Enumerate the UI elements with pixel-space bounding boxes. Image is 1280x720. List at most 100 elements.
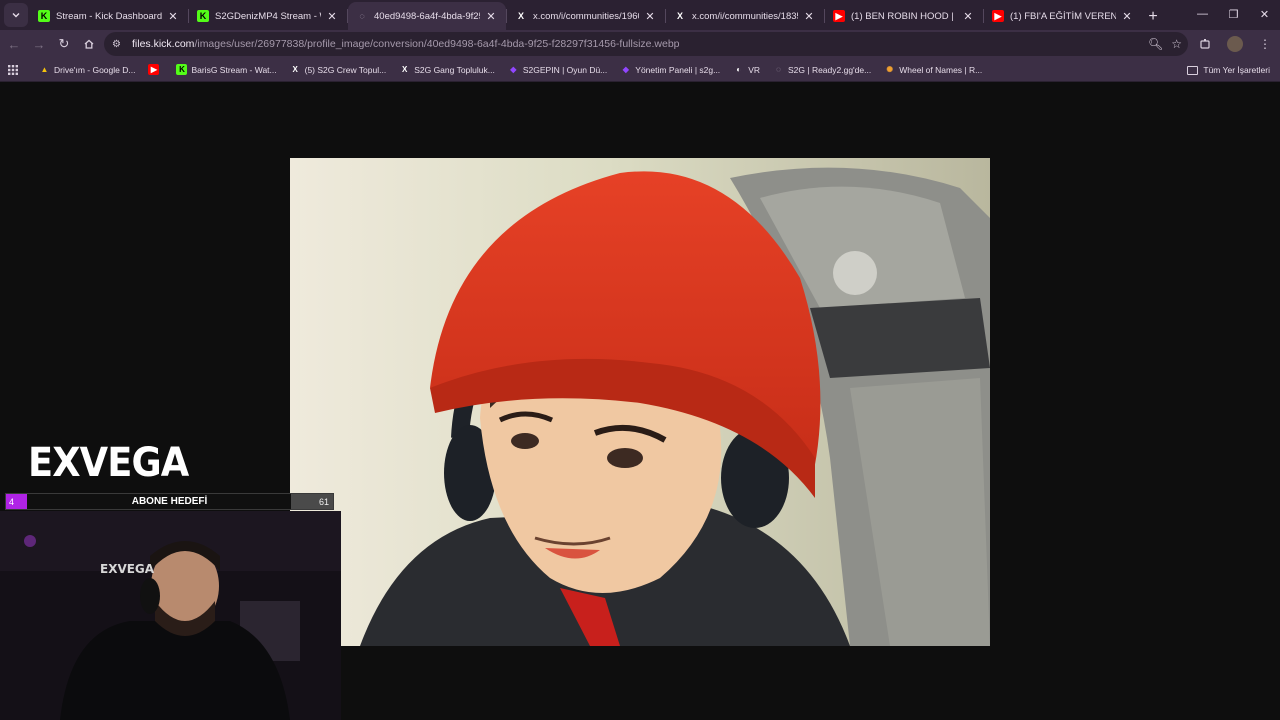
subscriber-goal-label: ABONE HEDEFİ <box>131 496 208 507</box>
bookmark-item[interactable]: ◌ S2G | Ready2.gg'de... <box>773 64 871 75</box>
tab-close-icon[interactable]: ✕ <box>1120 10 1134 23</box>
tab-4[interactable]: Xx.com/i/communities/196038 ✕ <box>507 2 665 30</box>
puzzle-icon <box>1200 39 1210 49</box>
minimize-icon: — <box>1197 8 1208 20</box>
tab-title: x.com/i/communities/1835319 <box>692 10 798 22</box>
bookmark-label: S2G Gang Topluluk... <box>414 64 495 75</box>
tab-title: 40ed9498-6a4f-4bda-9f25-f28 <box>374 10 480 22</box>
bookmark-item[interactable]: K BarisG Stream - Wat... <box>176 64 277 75</box>
bookmark-item[interactable]: ◆ Yönetim Paneli | s2g... <box>620 64 720 75</box>
bookmark-label: BarisG Stream - Wat... <box>191 64 277 75</box>
globe-icon: ◌ <box>359 11 365 21</box>
bookmark-item[interactable]: ◆ S2GEPIN | Oyun Dü... <box>508 64 607 75</box>
menu-button[interactable]: ⋮ <box>1250 37 1280 51</box>
browser-toolbar: ← → ↻ ⚙ files.kick.com/images/user/26977… <box>0 30 1280 58</box>
tab-close-icon[interactable]: ✕ <box>484 10 498 23</box>
apps-grid-icon <box>8 64 18 75</box>
reload-button[interactable]: ↻ <box>52 32 76 56</box>
bookmark-item[interactable]: X S2G Gang Topluluk... <box>399 64 495 75</box>
tab-close-icon[interactable]: ✕ <box>325 10 339 23</box>
all-bookmarks-label: Tüm Yer İşaretleri <box>1203 65 1270 75</box>
tab-close-icon[interactable]: ✕ <box>961 10 975 23</box>
bookmark-star-icon[interactable]: ☆ <box>1171 37 1182 51</box>
url-host: files.kick.com <box>132 38 195 50</box>
bookmark-item[interactable]: ◐ VR <box>733 64 760 75</box>
tab-close-icon[interactable]: ✕ <box>643 10 657 23</box>
address-bar[interactable]: ⚙ files.kick.com/images/user/26977838/pr… <box>104 32 1188 56</box>
window-controls: — ❐ ✕ <box>1187 0 1280 30</box>
subscriber-goal-bar: 4 ABONE HEDEFİ 61 <box>5 493 334 510</box>
wheel-icon: ✺ <box>886 65 894 74</box>
toolbar-right: ⋮ <box>1190 30 1280 58</box>
new-tab-button[interactable]: + <box>1142 4 1164 30</box>
bookmark-label: Yönetim Paneli | s2g... <box>635 64 721 75</box>
minimize-button[interactable]: — <box>1187 0 1218 28</box>
tab-close-icon[interactable]: ✕ <box>802 10 816 23</box>
home-button[interactable] <box>77 32 101 56</box>
tab-5[interactable]: Xx.com/i/communities/1835319 ✕ <box>666 2 824 30</box>
apps-button[interactable] <box>0 64 26 75</box>
kick-icon: K <box>197 10 209 22</box>
tab-7[interactable]: ▶ (1) FBI'A EĞİTİM VEREN SERİ K ✕ <box>984 2 1142 30</box>
profile-avatar[interactable] <box>1227 36 1243 52</box>
close-icon: ✕ <box>1259 8 1270 21</box>
bookmark-label: S2G | Ready2.gg'de... <box>788 64 872 75</box>
bookmarks-bar: ▲ Drive'ım - Google D... ▶ K BarisG Stream -… <box>0 58 1280 82</box>
vr-icon: ◐ <box>736 65 742 74</box>
cartoon-portrait-image <box>290 158 990 646</box>
tab-title: (1) BEN ROBIN HOOD | Madam <box>851 10 957 22</box>
twitch-icon: ◆ <box>622 65 629 74</box>
url-path: /images/user/26977838/profile_image/conv… <box>194 38 680 50</box>
tab-3[interactable]: ◌ 40ed9498-6a4f-4bda-9f25-f28 ✕ <box>348 2 506 30</box>
bookmark-item[interactable]: ✺ Wheel of Names | R... <box>884 64 982 75</box>
bookmark-label: (5) S2G Crew Topul... <box>304 64 387 75</box>
home-icon <box>84 39 94 49</box>
webcam-feed: EXVEGA <box>0 511 341 720</box>
site-info-icon[interactable]: ⚙ <box>112 39 126 50</box>
close-window-button[interactable]: ✕ <box>1249 0 1280 28</box>
all-bookmarks-button[interactable]: Tüm Yer İşaretleri <box>1187 58 1270 82</box>
drive-icon: ▲ <box>40 65 49 74</box>
globe-icon: ◌ <box>776 65 781 74</box>
omnibox-actions: 🔍︎ ☆ <box>1148 32 1182 56</box>
tab-list: K Stream - Kick Dashboard ✕ K S2GDenizMP4 St… <box>30 2 1142 30</box>
youtube-icon: ▶ <box>148 64 160 75</box>
tab-close-icon[interactable]: ✕ <box>166 10 180 23</box>
x-icon: X <box>292 65 298 74</box>
tab-title: (1) FBI'A EĞİTİM VEREN SERİ K <box>1010 10 1116 22</box>
reload-icon: ↻ <box>58 36 70 51</box>
zoom-icon[interactable]: 🔍︎ <box>1148 37 1163 51</box>
page-viewport: EXVEGA 4 ABONE HEDEFİ 61 EXVEGA <box>0 83 1280 720</box>
tab-title: S2GDenizMP4 Stream - Watch <box>215 10 321 22</box>
tab-search-button[interactable] <box>4 3 28 27</box>
arrow-right-icon: → <box>32 36 46 52</box>
bookmark-list: ▲ Drive'ım - Google D... ▶ K BarisG Stream -… <box>26 64 982 75</box>
restore-icon: ❐ <box>1228 8 1239 21</box>
restore-button[interactable]: ❐ <box>1218 0 1249 28</box>
channel-logo-text: EXVEGA <box>28 440 189 486</box>
bookmark-item[interactable]: X (5) S2G Crew Topul... <box>290 64 387 75</box>
profile-image <box>290 158 990 646</box>
kick-icon: K <box>176 64 188 75</box>
url-text: files.kick.com/images/user/26977838/prof… <box>132 38 680 50</box>
tab-1[interactable]: K Stream - Kick Dashboard ✕ <box>30 2 188 30</box>
tab-6[interactable]: ▶ (1) BEN ROBIN HOOD | Madam ✕ <box>825 2 983 30</box>
bookmark-item[interactable]: ▶ <box>148 64 163 75</box>
tab-title: Stream - Kick Dashboard <box>56 10 162 22</box>
kebab-menu-icon: ⋮ <box>1259 37 1271 51</box>
bookmark-label: S2GEPIN | Oyun Dü... <box>522 64 608 75</box>
subscriber-goal-target: 61 <box>291 494 333 509</box>
forward-button[interactable]: → <box>27 32 51 56</box>
extensions-button[interactable] <box>1190 38 1220 50</box>
arrow-left-icon: ← <box>7 36 21 52</box>
youtube-icon: ▶ <box>992 10 1004 22</box>
tab-2[interactable]: K S2GDenizMP4 Stream - Watch ✕ <box>189 2 347 30</box>
bookmark-label: VR <box>748 64 760 75</box>
bookmark-label: Wheel of Names | R... <box>899 64 983 75</box>
kick-icon: K <box>38 10 50 22</box>
x-icon: X <box>517 11 524 21</box>
back-button[interactable]: ← <box>2 32 26 56</box>
bookmark-item[interactable]: ▲ Drive'ım - Google D... <box>39 64 136 75</box>
plus-icon: + <box>1148 8 1158 25</box>
folder-icon <box>1187 65 1199 75</box>
